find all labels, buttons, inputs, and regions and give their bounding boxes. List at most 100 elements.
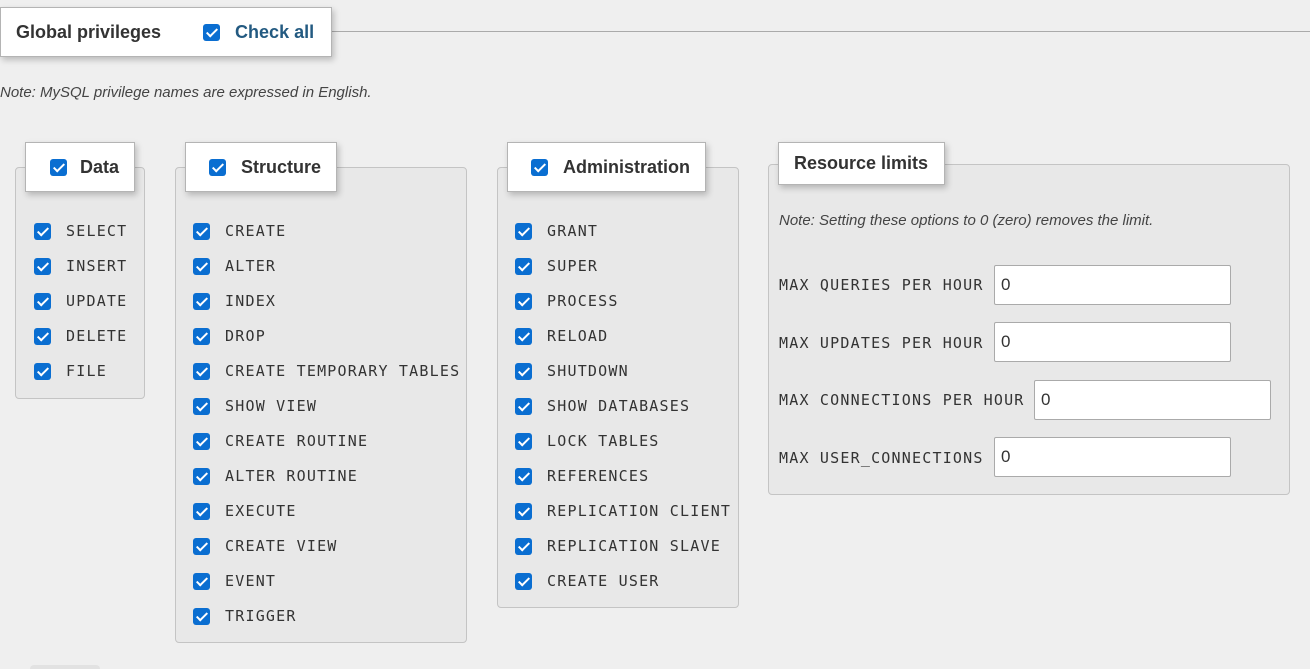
resource-limits-note: Note: Setting these options to 0 (zero) … [779,212,1154,229]
privilege-references[interactable]: REFERENCES [515,467,649,485]
max-connections-label: MAX CONNECTIONS PER HOUR [779,391,1025,409]
max-user-connections-input[interactable] [994,437,1231,477]
max-updates-input[interactable] [994,322,1231,362]
data-title: Data [80,156,120,177]
privilege-file[interactable]: FILE [34,362,107,380]
privilege-update[interactable]: UPDATE [34,292,127,310]
checkbox[interactable] [515,257,532,275]
max-user-connections-label: MAX USER_CONNECTIONS [779,449,984,467]
checkbox[interactable] [193,467,210,485]
checkbox[interactable] [34,257,51,275]
privilege-label: PROCESS [547,292,619,310]
checkbox[interactable] [34,222,51,240]
max-updates-label: MAX UPDATES PER HOUR [779,334,984,352]
max-queries-input[interactable] [994,265,1231,305]
administration-checkall-checkbox[interactable] [531,158,548,176]
checkbox[interactable] [515,327,532,345]
privilege-create[interactable]: CREATE [193,222,286,240]
checkbox[interactable] [515,432,532,450]
privilege-select[interactable]: SELECT [34,222,127,240]
max-connections-input[interactable] [1034,380,1271,420]
privilege-trigger[interactable]: TRIGGER [193,607,297,625]
privilege-insert[interactable]: INSERT [34,257,127,275]
privilege-label: REFERENCES [547,467,650,485]
privilege-label: TRIGGER [225,607,297,625]
resource-limits-legend: Resource limits [778,142,945,185]
check-all-label[interactable]: Check all [235,22,314,43]
privilege-reload[interactable]: RELOAD [515,327,608,345]
privilege-grant[interactable]: GRANT [515,222,598,240]
privilege-show-view[interactable]: SHOW VIEW [193,397,317,415]
page-title: Global privileges [16,21,162,42]
checkbox[interactable] [193,432,210,450]
privilege-label: INDEX [225,292,277,310]
checkbox[interactable] [515,572,532,590]
checkbox[interactable] [193,572,210,590]
header-divider [330,31,1310,32]
privilege-delete[interactable]: DELETE [34,327,127,345]
privilege-label: ALTER [225,257,277,275]
privilege-alter-routine[interactable]: ALTER ROUTINE [193,467,358,485]
privilege-lock-tables[interactable]: LOCK TABLES [515,432,660,450]
privilege-label: EXECUTE [225,502,297,520]
privilege-create-view[interactable]: CREATE VIEW [193,537,338,555]
structure-checkall-checkbox[interactable] [209,158,226,176]
checkbox[interactable] [515,502,532,520]
checkbox[interactable] [193,502,210,520]
checkbox[interactable] [515,292,532,310]
privilege-note: Note: MySQL privilege names are expresse… [0,84,372,101]
checkbox[interactable] [193,397,210,415]
checkbox[interactable] [193,362,210,380]
privilege-label: SHOW VIEW [225,397,318,415]
privilege-label: CREATE ROUTINE [225,432,369,450]
checkbox[interactable] [515,222,532,240]
checkbox[interactable] [515,467,532,485]
checkbox[interactable] [193,222,210,240]
privilege-process[interactable]: PROCESS [515,292,619,310]
privilege-super[interactable]: SUPER [515,257,598,275]
privilege-label: ALTER ROUTINE [225,467,358,485]
administration-title: Administration [563,156,691,177]
privilege-label: INSERT [66,257,128,275]
privilege-show-databases[interactable]: SHOW DATABASES [515,397,690,415]
privilege-label: SUPER [547,257,599,275]
privilege-replication-slave[interactable]: REPLICATION SLAVE [515,537,721,555]
check-all-checkbox[interactable] [203,23,221,41]
privilege-create-user[interactable]: CREATE USER [515,572,660,590]
privilege-create-routine[interactable]: CREATE ROUTINE [193,432,368,450]
checkbox[interactable] [193,257,210,275]
checkbox[interactable] [515,362,532,380]
privilege-label: REPLICATION CLIENT [547,502,732,520]
resource-limits-title: Resource limits [794,153,929,173]
checkbox[interactable] [193,607,210,625]
checkbox[interactable] [193,537,210,555]
data-checkall-checkbox[interactable] [50,158,67,176]
checkbox[interactable] [515,537,532,555]
privilege-label: REPLICATION SLAVE [547,537,721,555]
privilege-execute[interactable]: EXECUTE [193,502,297,520]
checkbox[interactable] [193,292,210,310]
partial-element [30,665,100,669]
privilege-label: CREATE TEMPORARY TABLES [225,362,461,380]
checkbox[interactable] [515,397,532,415]
privilege-alter[interactable]: ALTER [193,257,276,275]
data-legend: Data [25,142,135,192]
privilege-label: EVENT [225,572,277,590]
privilege-label: UPDATE [66,292,128,310]
privilege-label: DELETE [66,327,128,345]
privilege-index[interactable]: INDEX [193,292,276,310]
privilege-shutdown[interactable]: SHUTDOWN [515,362,629,380]
privilege-label: CREATE VIEW [225,537,338,555]
privilege-create-temporary-tables[interactable]: CREATE TEMPORARY TABLES [193,362,460,380]
privilege-label: FILE [66,362,107,380]
privilege-label: RELOAD [547,327,609,345]
checkbox[interactable] [34,292,51,310]
privilege-drop[interactable]: DROP [193,327,266,345]
checkbox[interactable] [34,327,51,345]
privilege-event[interactable]: EVENT [193,572,276,590]
privilege-label: DROP [225,327,266,345]
privilege-replication-client[interactable]: REPLICATION CLIENT [515,502,731,520]
global-privileges-legend: Global privileges Check all [0,7,332,57]
checkbox[interactable] [34,362,51,380]
checkbox[interactable] [193,327,210,345]
